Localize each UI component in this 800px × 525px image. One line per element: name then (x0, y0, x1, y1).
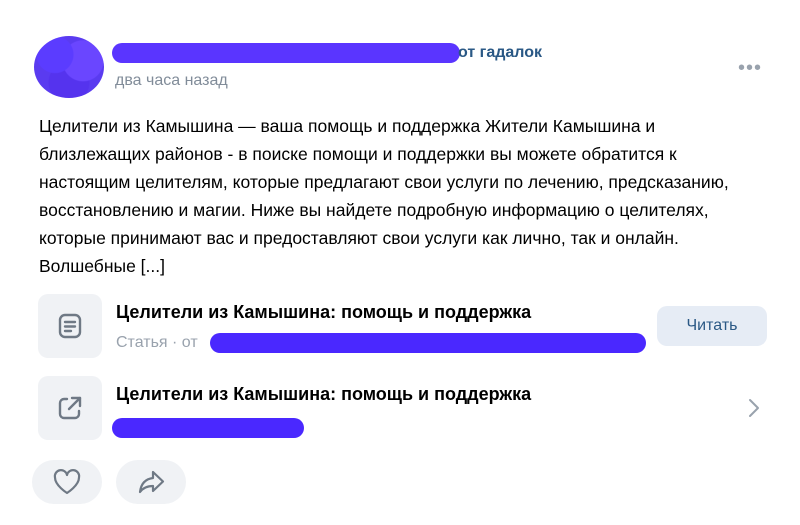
more-icon: ••• (737, 56, 762, 79)
article-meta-redacted (210, 333, 646, 353)
author-name[interactable]: от гадалок (458, 44, 542, 62)
article-icon (58, 313, 82, 339)
article-icon-box[interactable] (38, 294, 102, 358)
article-meta: Статья · от (116, 334, 198, 351)
more-options-button[interactable]: ••• (732, 56, 768, 80)
like-button[interactable] (32, 460, 102, 504)
post-timestamp[interactable]: два часа назад (115, 72, 228, 90)
avatar[interactable] (34, 36, 104, 98)
link-icon-box[interactable] (38, 376, 102, 440)
external-link-icon (58, 396, 82, 420)
chevron-right-icon[interactable] (744, 394, 764, 422)
link-domain-redacted (112, 418, 304, 438)
link-title[interactable]: Целители из Камышина: помощь и поддержка (116, 384, 531, 405)
heart-icon (53, 469, 81, 495)
post-text: Целители из Камышина — ваша помощь и под… (39, 116, 729, 276)
author-name-redacted[interactable] (112, 43, 460, 63)
article-title[interactable]: Целители из Камышина: помощь и поддержка (116, 302, 531, 323)
read-button[interactable]: Читать (657, 306, 767, 346)
share-icon (138, 470, 165, 494)
share-button[interactable] (116, 460, 186, 504)
post-card: от гадалок два часа назад ••• Целители и… (0, 0, 800, 525)
